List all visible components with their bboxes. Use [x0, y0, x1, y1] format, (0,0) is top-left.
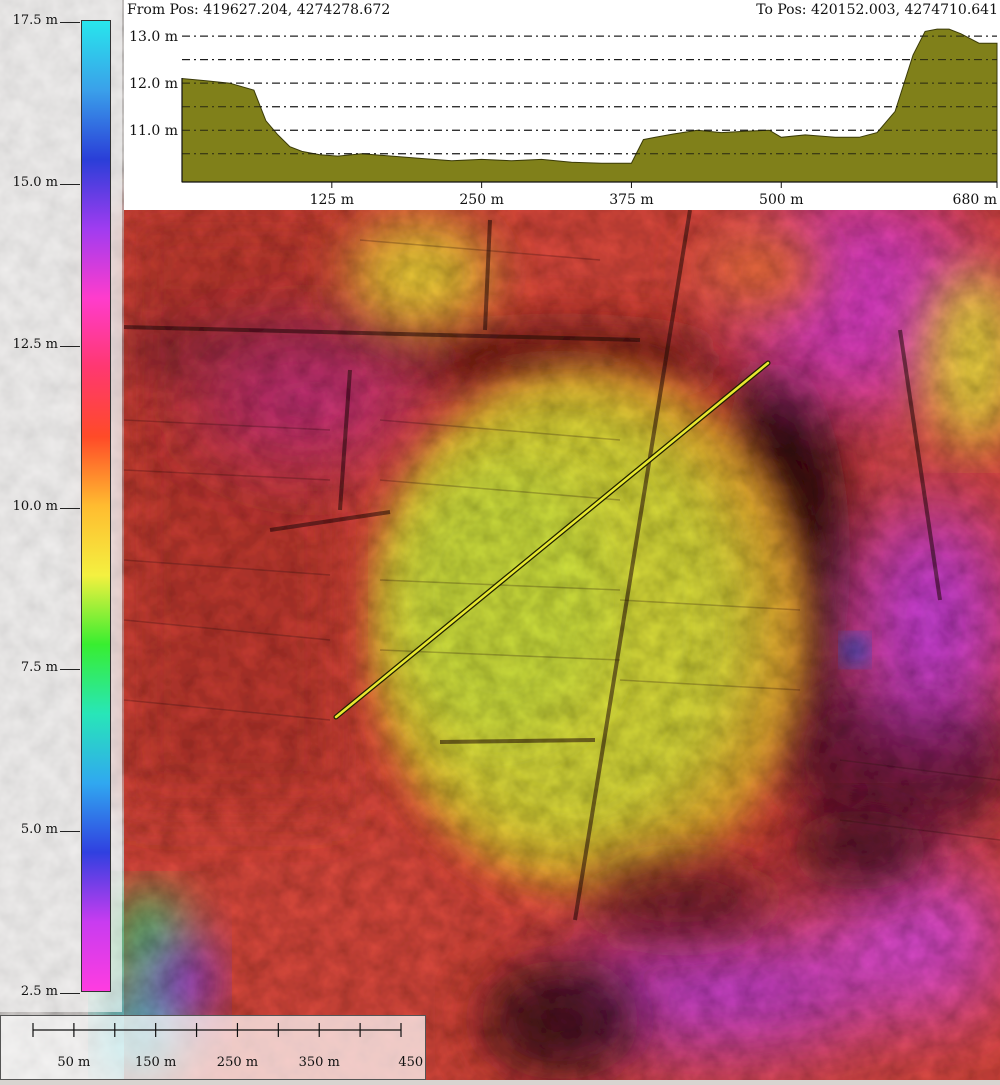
legend-tick [60, 345, 80, 347]
legend-tick [60, 669, 80, 671]
elevation-legend: 17.5 m 15.0 m 12.5 m 10.0 m 7.5 m 5.0 m 2.5 m [0, 0, 122, 1012]
legend-label: 17.5 m [12, 13, 58, 28]
legend-label: 10.0 m [12, 498, 58, 514]
scale-bar-label: 250 m [217, 1055, 258, 1070]
profile-x-tick-label: 680 m [953, 192, 997, 208]
legend-label: 15.0 m [12, 174, 58, 190]
legend-tick [60, 507, 80, 509]
scale-bar-graphic: 50 m 150 m 250 m 350 m 450 m [32, 1023, 440, 1070]
legend-label: 2.5 m [20, 984, 58, 999]
scale-bar-label: 150 m [135, 1055, 176, 1070]
elevation-profile-chart: 13.0 m 12.0 m 11.0 m 125 m 250 m 375 m 500 m 68… [129, 28, 998, 208]
profile-area [181, 28, 998, 183]
profile-x-tick-label: 250 m [459, 192, 503, 208]
profile-x-tick-label: 375 m [609, 192, 653, 208]
legend-label: 5.0 m [20, 822, 58, 838]
scale-bar-label: 450 m [398, 1055, 427, 1070]
profile-y-tick-label: 11.0 m [129, 123, 178, 139]
legend-tick [60, 831, 80, 833]
legend-label: 12.5 m [12, 336, 58, 352]
legend-color-ramp [81, 20, 111, 992]
profile-x-tick-label: 500 m [759, 192, 803, 208]
legend-tick [60, 22, 80, 23]
legend-tick [60, 183, 80, 185]
profile-y-tick-label: 13.0 m [129, 29, 178, 45]
scale-bar-label: 50 m [57, 1055, 90, 1070]
from-position-label: From Pos: 419627.204, 4274278.672 [127, 2, 391, 18]
scale-bar-label: 350 m [299, 1055, 340, 1070]
profile-y-tick-label: 12.0 m [129, 76, 178, 92]
legend-label: 7.5 m [20, 660, 58, 676]
elevation-profile-panel: 13.0 m 12.0 m 11.0 m 125 m 250 m 375 m 500 m 68… [124, 0, 1000, 210]
profile-x-tick-label: 125 m [310, 192, 354, 208]
scale-bar: 50 m 150 m 250 m 350 m 450 m [0, 1015, 440, 1080]
to-position-label: To Pos: 420152.003, 4274710.641 [756, 2, 998, 18]
legend-tick [60, 993, 80, 994]
